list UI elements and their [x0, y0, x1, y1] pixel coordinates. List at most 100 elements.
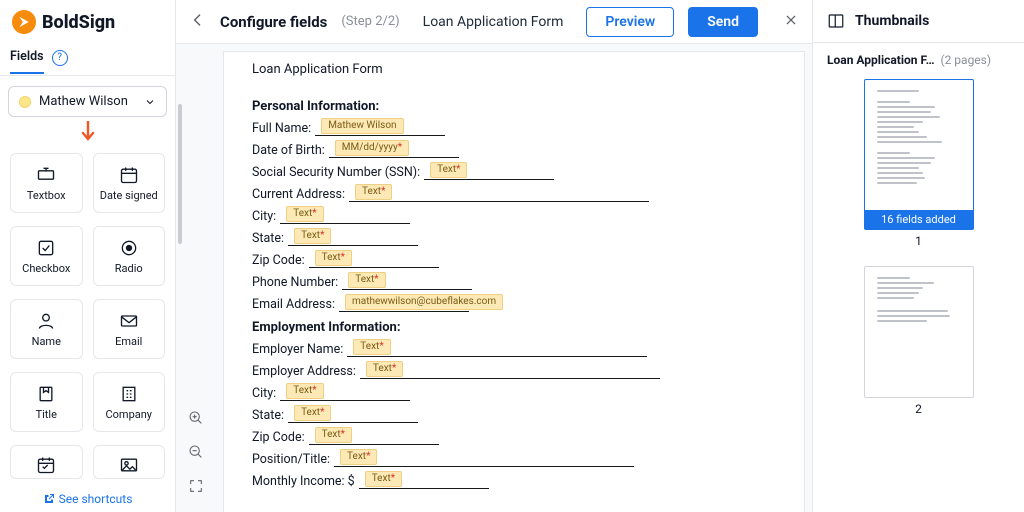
- title-icon: [36, 384, 56, 404]
- field-tile-label: Email: [115, 335, 142, 348]
- fields-sidebar: BoldSign Fields ? Mathew Wilson Textbox D…: [0, 0, 176, 512]
- thumb-pages-count: (2 pages): [940, 53, 991, 67]
- form-input-line: Text: [309, 252, 439, 268]
- form-input-line: Text: [349, 186, 649, 202]
- field-tile-label: Title: [36, 408, 57, 421]
- form-label: Email Address:: [252, 297, 335, 312]
- checkbox-icon: [36, 238, 56, 258]
- form-row: Employer Name: Text: [252, 341, 776, 357]
- field-placeholder[interactable]: mathewwilson@cubeflakes.com: [345, 294, 503, 310]
- field-placeholder[interactable]: MM/dd/yyyy: [335, 140, 409, 156]
- field-placeholder[interactable]: Text: [430, 162, 467, 178]
- field-tile-date-signed[interactable]: Date signed: [93, 153, 166, 213]
- step-indicator: (Step 2/2): [341, 14, 399, 29]
- form-label: Zip Code:: [252, 253, 305, 268]
- field-placeholder[interactable]: Text: [348, 272, 385, 288]
- chevron-left-icon: [190, 12, 206, 28]
- form-row: Social Security Number (SSN): Text: [252, 164, 776, 180]
- field-placeholder[interactable]: Text: [366, 361, 403, 377]
- field-placeholder[interactable]: Text: [286, 206, 323, 222]
- form-row: Full Name:Mathew Wilson: [252, 120, 776, 136]
- field-tile-image[interactable]: [93, 445, 166, 479]
- section-employment: Employment Information:: [252, 320, 776, 335]
- form-row: Employer Address:Text: [252, 363, 776, 379]
- form-input-line: Text: [360, 363, 660, 379]
- field-palette: Textbox Date signedCheckboxRadioName Email…: [0, 147, 175, 486]
- form-row: Email Address: mathewwilson@cubeflakes.co…: [252, 296, 776, 312]
- document-title: Loan Application Form: [414, 14, 573, 30]
- form-label: Phone Number:: [252, 275, 338, 290]
- form-input-line: MM/dd/yyyy: [329, 142, 459, 158]
- close-button[interactable]: [784, 12, 798, 31]
- field-tile-name[interactable]: Name: [10, 299, 83, 359]
- form-input-line: Mathew Wilson: [315, 120, 445, 136]
- form-label: Position/Title:: [252, 452, 330, 467]
- tab-fields[interactable]: Fields: [10, 49, 44, 74]
- thumbnail-page-1[interactable]: 16 fields added: [864, 79, 974, 230]
- form-label: Social Security Number (SSN):: [252, 165, 420, 180]
- field-tile-radio[interactable]: Radio: [93, 226, 166, 286]
- form-row: Position/Title: Text: [252, 451, 776, 467]
- field-tile-email[interactable]: Email: [93, 299, 166, 359]
- see-shortcuts-link[interactable]: See shortcuts: [0, 486, 175, 512]
- form-row: Zip Code:Text: [252, 429, 776, 445]
- close-icon: [784, 13, 798, 27]
- form-input-line: Text: [334, 451, 634, 467]
- field-placeholder[interactable]: Mathew Wilson: [321, 118, 403, 134]
- date-signed-icon: [119, 165, 139, 185]
- field-placeholder[interactable]: Text: [340, 449, 377, 465]
- field-placeholder[interactable]: Text: [315, 250, 352, 266]
- signer-dropdown[interactable]: Mathew Wilson: [8, 86, 167, 117]
- zoom-in-icon[interactable]: [188, 410, 204, 426]
- field-tile-date[interactable]: [10, 445, 83, 479]
- form-row: Monthly Income: $ Text: [252, 473, 776, 489]
- external-link-icon: [43, 493, 55, 505]
- field-tile-label: Textbox: [27, 189, 66, 202]
- form-label: Monthly Income: $: [252, 474, 355, 489]
- form-input-line: Text: [424, 164, 554, 180]
- field-tile-textbox[interactable]: Textbox: [10, 153, 83, 213]
- thumbnail-page-2[interactable]: [864, 266, 974, 398]
- brand-logo-icon: [12, 10, 36, 34]
- brand: BoldSign: [0, 0, 175, 44]
- field-placeholder[interactable]: Text: [353, 339, 390, 355]
- form-input-line: Text: [288, 407, 418, 423]
- form-input-line: Text: [288, 230, 418, 246]
- field-tile-checkbox[interactable]: Checkbox: [10, 226, 83, 286]
- form-label: Date of Birth:: [252, 143, 325, 158]
- field-placeholder[interactable]: Text: [365, 471, 402, 487]
- see-shortcuts-label: See shortcuts: [59, 492, 133, 506]
- form-row: City:Text: [252, 385, 776, 401]
- thumb-doc-name: Loan Application F…: [827, 53, 934, 67]
- help-icon[interactable]: ?: [52, 50, 68, 66]
- preview-button[interactable]: Preview: [586, 7, 674, 37]
- form-row: State: Text: [252, 230, 776, 246]
- form-label: State:: [252, 231, 284, 246]
- field-placeholder[interactable]: Text: [294, 228, 331, 244]
- field-placeholder[interactable]: Text: [294, 405, 331, 421]
- form-label: Employer Name:: [252, 342, 343, 357]
- field-tile-company[interactable]: Company: [93, 372, 166, 432]
- brand-text: BoldSign: [42, 12, 115, 33]
- form-row: Zip Code: Text: [252, 252, 776, 268]
- sidebar-tabs: Fields ?: [0, 44, 175, 76]
- field-placeholder[interactable]: Text: [355, 184, 392, 200]
- field-placeholder[interactable]: Text: [315, 427, 352, 443]
- email-icon: [119, 311, 139, 331]
- form-input-line: Text: [309, 429, 439, 445]
- field-tile-title[interactable]: Title: [10, 372, 83, 432]
- field-placeholder[interactable]: Text: [286, 383, 323, 399]
- date-icon: [36, 455, 56, 475]
- back-button[interactable]: [190, 12, 206, 32]
- fullscreen-icon[interactable]: [188, 478, 204, 494]
- form-input-line: Text: [280, 208, 410, 224]
- main-area: Configure fields (Step 2/2) Loan Applica…: [176, 0, 812, 512]
- image-icon: [119, 455, 139, 475]
- send-button[interactable]: Send: [688, 7, 758, 37]
- zoom-out-icon[interactable]: [188, 444, 204, 460]
- canvas-scrollbar[interactable]: [176, 44, 184, 512]
- thumb-badge: 16 fields added: [865, 210, 973, 229]
- document-canvas[interactable]: Loan Application Form Personal Informati…: [176, 44, 812, 512]
- page-title: Configure fields: [220, 13, 327, 31]
- form-row: City:Text: [252, 208, 776, 224]
